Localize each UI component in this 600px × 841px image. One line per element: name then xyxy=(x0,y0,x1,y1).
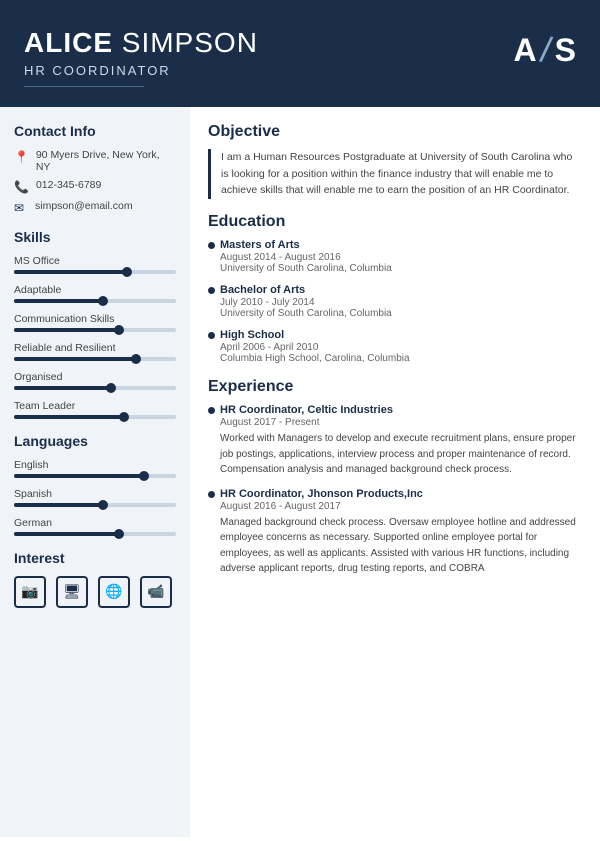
skill-label: MS Office xyxy=(14,255,176,267)
skill-label: Adaptable xyxy=(14,284,176,296)
skill-label: Team Leader xyxy=(14,400,176,412)
language-item: English xyxy=(14,459,176,478)
degree-title: High School xyxy=(220,329,582,341)
email-icon: ✉ xyxy=(14,201,28,215)
video-icon: 📹 xyxy=(140,576,172,608)
interest-icons: 📷 🖥 🌐 📹 xyxy=(14,576,176,608)
skill-label: Organised xyxy=(14,371,176,383)
language-item: Spanish xyxy=(14,488,176,507)
language-bar xyxy=(14,532,176,536)
monogram-s: S xyxy=(555,34,576,66)
first-name: ALICE xyxy=(24,27,113,58)
main-content: Contact Info 📍 90 Myers Drive, New York,… xyxy=(0,107,600,837)
job-title: HR COORDINATOR xyxy=(24,63,258,78)
skill-item: MS Office xyxy=(14,255,176,274)
last-name: SIMPSON xyxy=(113,27,258,58)
language-bar xyxy=(14,503,176,507)
skill-item: Communication Skills xyxy=(14,313,176,332)
skill-bar xyxy=(14,270,176,274)
languages-list: English Spanish German xyxy=(14,459,176,536)
contact-email: ✉ simpson@email.com xyxy=(14,200,176,215)
job-dates: August 2017 - Present xyxy=(220,417,582,428)
skill-item: Reliable and Resilient xyxy=(14,342,176,361)
degree-org: University of South Carolina, Columbia xyxy=(220,308,582,319)
objective-section-title: Objective xyxy=(208,123,582,141)
camera-icon: 📷 xyxy=(14,576,46,608)
phone-icon: 📞 xyxy=(14,180,29,194)
skill-bar xyxy=(14,357,176,361)
job-description: Managed background check process. Oversa… xyxy=(220,515,582,577)
skill-item: Organised xyxy=(14,371,176,390)
monogram-slash: / xyxy=(538,31,554,68)
right-column: Objective I am a Human Resources Postgra… xyxy=(190,107,600,837)
job-description: Worked with Managers to develop and exec… xyxy=(220,431,582,478)
language-label: English xyxy=(14,459,176,471)
skill-bar xyxy=(14,328,176,332)
degree-dates: April 2006 - April 2010 xyxy=(220,342,582,353)
monogram: A / S xyxy=(514,32,576,68)
experience-section-title: Experience xyxy=(208,378,582,396)
location-icon: 📍 xyxy=(14,150,29,164)
job-title-entry: HR Coordinator, Jhonson Products,Inc xyxy=(220,488,582,500)
objective-text: I am a Human Resources Postgraduate at U… xyxy=(208,149,582,199)
skill-bar xyxy=(14,299,176,303)
skill-bar xyxy=(14,386,176,390)
contact-section-title: Contact Info xyxy=(14,123,176,139)
skills-section-title: Skills xyxy=(14,229,176,245)
header-divider xyxy=(24,86,144,87)
language-bar xyxy=(14,474,176,478)
education-entry: Bachelor of Arts July 2010 - July 2014 U… xyxy=(208,284,582,319)
education-entry: High School April 2006 - April 2010 Colu… xyxy=(208,329,582,364)
language-label: German xyxy=(14,517,176,529)
language-label: Spanish xyxy=(14,488,176,500)
degree-title: Bachelor of Arts xyxy=(220,284,582,296)
job-dates: August 2016 - August 2017 xyxy=(220,501,582,512)
company-name: Celtic Industries xyxy=(307,404,393,416)
degree-dates: August 2014 - August 2016 xyxy=(220,252,582,263)
full-name: ALICE SIMPSON xyxy=(24,28,258,59)
resume-header: ALICE SIMPSON HR COORDINATOR A / S xyxy=(0,0,600,107)
interest-section-title: Interest xyxy=(14,550,176,566)
education-section-title: Education xyxy=(208,213,582,231)
skills-list: MS Office Adaptable Communication Skills… xyxy=(14,255,176,419)
experience-entry: HR Coordinator, Jhonson Products,Inc Aug… xyxy=(208,488,582,577)
contact-address: 📍 90 Myers Drive, New York, NY xyxy=(14,149,176,173)
skill-item: Adaptable xyxy=(14,284,176,303)
monogram-a: A xyxy=(514,34,537,66)
skill-bar xyxy=(14,415,176,419)
left-column: Contact Info 📍 90 Myers Drive, New York,… xyxy=(0,107,190,837)
experience-entry: HR Coordinator, Celtic Industries August… xyxy=(208,404,582,478)
skill-item: Team Leader xyxy=(14,400,176,419)
experience-list: HR Coordinator, Celtic Industries August… xyxy=(208,404,582,577)
skill-label: Communication Skills xyxy=(14,313,176,325)
degree-org: University of South Carolina, Columbia xyxy=(220,263,582,274)
education-entry: Masters of Arts August 2014 - August 201… xyxy=(208,239,582,274)
degree-dates: July 2010 - July 2014 xyxy=(220,297,582,308)
computer-icon: 🖥 xyxy=(56,576,88,608)
education-list: Masters of Arts August 2014 - August 201… xyxy=(208,239,582,364)
contact-phone: 📞 012-345-6789 xyxy=(14,179,176,194)
language-item: German xyxy=(14,517,176,536)
job-title-entry: HR Coordinator, Celtic Industries xyxy=(220,404,582,416)
company-name: Jhonson Products,Inc xyxy=(307,488,423,500)
degree-org: Columbia High School, Carolina, Columbia xyxy=(220,353,582,364)
globe-icon: 🌐 xyxy=(98,576,130,608)
header-name-section: ALICE SIMPSON HR COORDINATOR xyxy=(24,28,258,87)
degree-title: Masters of Arts xyxy=(220,239,582,251)
skill-label: Reliable and Resilient xyxy=(14,342,176,354)
languages-section-title: Languages xyxy=(14,433,176,449)
